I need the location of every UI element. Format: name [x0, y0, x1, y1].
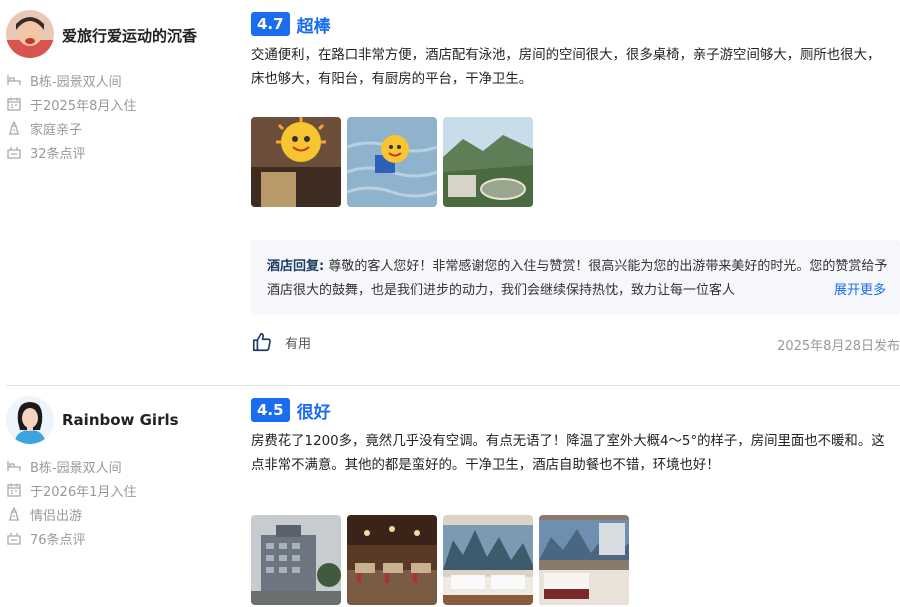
bed-icon — [7, 461, 21, 471]
hotel-reply-body: 尊敬的客人您好！非常感谢您的入住与赞赏！很高兴能为您的出游带来美好的时光。您的赞… — [267, 259, 888, 298]
score-label: 超棒 — [296, 16, 331, 37]
reviewer-meta: B栋-园景双人间 于2026年1月入住 情侣出游 76条点评 — [6, 454, 136, 550]
trip-type-icon — [9, 120, 19, 135]
review-photo[interactable] — [539, 515, 629, 605]
hotel-reply: 酒店回复: 尊敬的客人您好！非常感谢您的入住与赞赏！很高兴能为您的出游带来美好的… — [251, 240, 900, 315]
room-type-text: B栋-园景双人间 — [30, 460, 122, 476]
useful-label: 有用 — [285, 336, 312, 352]
review-text: 房费花了1200多，竟然几乎没有空调。有点无语了！降温了室外大概4～5°的样子，… — [251, 434, 885, 473]
reviewer-name[interactable]: Rainbow Girls — [62, 411, 179, 429]
review-count-text: 76条点评 — [30, 532, 86, 548]
hotel-reply-label: 酒店回复: — [267, 259, 325, 274]
score-label: 很好 — [296, 402, 331, 423]
review-photo[interactable] — [347, 515, 437, 605]
thumbs-up-icon — [252, 332, 271, 352]
rating: 4.7 超棒 — [251, 12, 331, 37]
checkin-date-text: 于2026年1月入住 — [30, 484, 137, 500]
avatar[interactable] — [6, 10, 54, 58]
review-count: 76条点评 — [6, 526, 136, 550]
review-card: 爱旅行爱运动的沉香 B栋-园景双人间 于2025年8月入住 家庭亲子 32条点评… — [0, 0, 900, 385]
review-photos — [251, 117, 533, 207]
review-card: Rainbow Girls B栋-园景双人间 于2026年1月入住 情侣出游 7… — [0, 386, 900, 607]
review-count-icon — [7, 533, 21, 545]
expand-more-link[interactable]: 展开更多 — [809, 279, 886, 303]
review-photo[interactable] — [347, 117, 437, 207]
review-count-text: 32条点评 — [30, 146, 86, 162]
review-count: 32条点评 — [6, 140, 136, 164]
review-photo[interactable] — [443, 515, 533, 605]
trip-type-icon — [9, 506, 19, 521]
room-type: B栋-园景双人间 — [6, 68, 136, 92]
score-badge: 4.7 — [251, 12, 290, 36]
review-text: 交通便利，在路口非常方便，酒店配有泳池，房间的空间很大，很多桌椅，亲子游空间够大… — [251, 48, 881, 87]
checkin-date: 于2026年1月入住 — [6, 478, 136, 502]
trip-type-text: 情侣出游 — [30, 508, 83, 524]
rating: 4.5 很好 — [251, 398, 331, 423]
calendar-icon — [7, 97, 21, 111]
review-photo[interactable] — [251, 117, 341, 207]
checkin-date-text: 于2025年8月入住 — [30, 98, 137, 114]
review-photo[interactable] — [251, 515, 341, 605]
publish-date: 2025年8月28日发布 — [777, 339, 900, 354]
room-type-text: B栋-园景双人间 — [30, 74, 122, 90]
trip-type: 家庭亲子 — [6, 116, 136, 140]
room-type: B栋-园景双人间 — [6, 454, 136, 478]
review-photos — [251, 515, 629, 605]
score-badge: 4.5 — [251, 398, 290, 422]
hotel-reply-text: 酒店回复: 尊敬的客人您好！非常感谢您的入住与赞赏！很高兴能为您的出游带来美好的… — [267, 255, 891, 303]
avatar[interactable] — [6, 396, 54, 444]
checkin-date: 于2025年8月入住 — [6, 92, 136, 116]
reviewer-meta: B栋-园景双人间 于2025年8月入住 家庭亲子 32条点评 — [6, 68, 136, 164]
trip-type-text: 家庭亲子 — [30, 122, 83, 138]
review-footer: 有用 2025年8月28日发布 — [251, 331, 900, 357]
trip-type: 情侣出游 — [6, 502, 136, 526]
calendar-icon — [7, 483, 21, 497]
review-photo[interactable] — [443, 117, 533, 207]
reviewer-name[interactable]: 爱旅行爱运动的沉香 — [62, 25, 197, 46]
useful-button[interactable]: 有用 — [251, 331, 311, 353]
bed-icon — [7, 75, 21, 85]
review-count-icon — [7, 147, 21, 159]
